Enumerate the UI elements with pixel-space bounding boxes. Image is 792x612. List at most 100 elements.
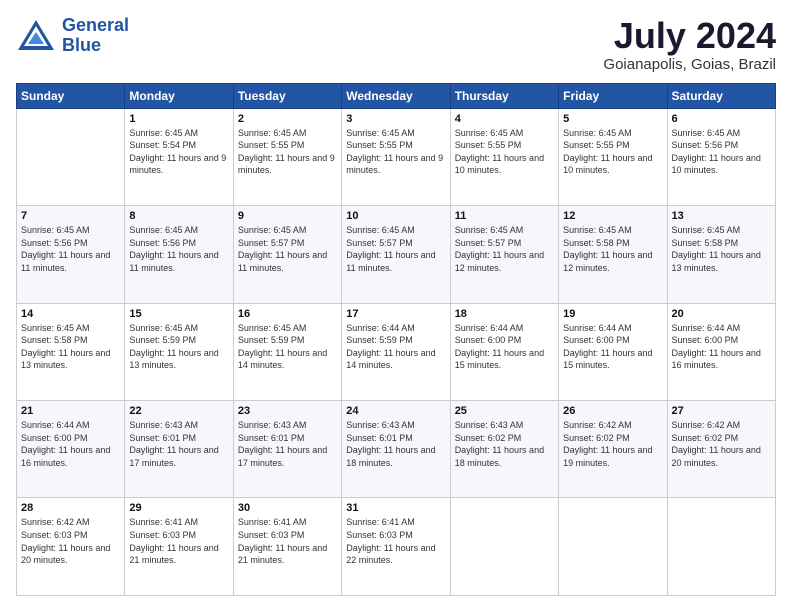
day-info: Sunrise: 6:45 AMSunset: 5:55 PMDaylight:…: [238, 127, 337, 177]
table-row: 13 Sunrise: 6:45 AMSunset: 5:58 PMDayligh…: [667, 206, 775, 303]
day-info: Sunrise: 6:44 AMSunset: 5:59 PMDaylight:…: [346, 322, 445, 372]
day-number: 10: [346, 210, 445, 222]
table-row: 28 Sunrise: 6:42 AMSunset: 6:03 PMDayligh…: [17, 498, 125, 596]
table-row: 31Sunrise: 6:41 AMSunset: 6:03 PMDayligh…: [342, 498, 450, 596]
calendar-week-2: 7Sunrise: 6:45 AMSunset: 5:56 PMDaylight…: [17, 206, 776, 303]
day-info: Sunrise: 6:45 AMSunset: 5:55 PMDaylight:…: [346, 127, 445, 177]
table-row: 6 Sunrise: 6:45 AMSunset: 5:56 PMDaylight…: [667, 108, 775, 205]
day-info: Sunrise: 6:45 AMSunset: 5:56 PMDaylight:…: [672, 127, 771, 177]
table-row: 15 Sunrise: 6:45 AMSunset: 5:59 PMDayligh…: [125, 303, 233, 400]
day-number: 13: [672, 210, 771, 222]
table-row: 30 Sunrise: 6:41 AMSunset: 6:03 PMDayligh…: [233, 498, 341, 596]
day-info: Sunrise: 6:45 AMSunset: 5:59 PMDaylight:…: [238, 322, 337, 372]
calendar-table: Sunday Monday Tuesday Wednesday Thursday…: [16, 83, 776, 596]
day-info: Sunrise: 6:45 AMSunset: 5:57 PMDaylight:…: [346, 224, 445, 274]
table-row: 14 Sunrise: 6:45 AMSunset: 5:58 PMDayligh…: [17, 303, 125, 400]
day-number: 8: [129, 210, 228, 222]
table-row: [17, 108, 125, 205]
location-subtitle: Goianapolis, Goias, Brazil: [603, 56, 776, 73]
day-info: Sunrise: 6:45 AMSunset: 5:59 PMDaylight:…: [129, 322, 228, 372]
logo-line1: General: [62, 15, 129, 35]
table-row: 29Sunrise: 6:41 AMSunset: 6:03 PMDayligh…: [125, 498, 233, 596]
col-sunday: Sunday: [17, 83, 125, 108]
calendar-week-5: 28 Sunrise: 6:42 AMSunset: 6:03 PMDayligh…: [17, 498, 776, 596]
table-row: 8 Sunrise: 6:45 AMSunset: 5:56 PMDaylight…: [125, 206, 233, 303]
day-number: 14: [21, 308, 120, 320]
table-row: 11 Sunrise: 6:45 AMSunset: 5:57 PMDayligh…: [450, 206, 558, 303]
day-info: Sunrise: 6:45 AMSunset: 5:58 PMDaylight:…: [563, 224, 662, 274]
day-number: 12: [563, 210, 662, 222]
table-row: 3 Sunrise: 6:45 AMSunset: 5:55 PMDaylight…: [342, 108, 450, 205]
table-row: [450, 498, 558, 596]
day-number: 2: [238, 113, 337, 125]
day-number: 15: [129, 308, 228, 320]
calendar-header-row: Sunday Monday Tuesday Wednesday Thursday…: [17, 83, 776, 108]
day-info: Sunrise: 6:41 AMSunset: 6:03 PMDaylight:…: [238, 516, 337, 566]
day-info: Sunrise: 6:42 AMSunset: 6:02 PMDaylight:…: [672, 419, 771, 469]
day-number: 20: [672, 308, 771, 320]
table-row: 10 Sunrise: 6:45 AMSunset: 5:57 PMDayligh…: [342, 206, 450, 303]
day-number: 19: [563, 308, 662, 320]
day-number: 11: [455, 210, 554, 222]
table-row: 4Sunrise: 6:45 AMSunset: 5:55 PMDaylight…: [450, 108, 558, 205]
day-info: Sunrise: 6:45 AMSunset: 5:58 PMDaylight:…: [672, 224, 771, 274]
day-info: Sunrise: 6:41 AMSunset: 6:03 PMDaylight:…: [346, 516, 445, 566]
table-row: 26Sunrise: 6:42 AMSunset: 6:02 PMDayligh…: [559, 401, 667, 498]
table-row: [667, 498, 775, 596]
day-number: 30: [238, 502, 337, 514]
table-row: [559, 498, 667, 596]
day-info: Sunrise: 6:42 AMSunset: 6:03 PMDaylight:…: [21, 516, 120, 566]
col-wednesday: Wednesday: [342, 83, 450, 108]
day-number: 18: [455, 308, 554, 320]
table-row: 1Sunrise: 6:45 AMSunset: 5:54 PMDaylight…: [125, 108, 233, 205]
day-info: Sunrise: 6:45 AMSunset: 5:55 PMDaylight:…: [563, 127, 662, 177]
day-info: Sunrise: 6:45 AMSunset: 5:57 PMDaylight:…: [455, 224, 554, 274]
table-row: 16Sunrise: 6:45 AMSunset: 5:59 PMDayligh…: [233, 303, 341, 400]
day-info: Sunrise: 6:44 AMSunset: 6:00 PMDaylight:…: [21, 419, 120, 469]
table-row: 25Sunrise: 6:43 AMSunset: 6:02 PMDayligh…: [450, 401, 558, 498]
logo-text: General Blue: [62, 16, 129, 56]
logo-line2: Blue: [62, 35, 101, 55]
day-info: Sunrise: 6:43 AMSunset: 6:01 PMDaylight:…: [129, 419, 228, 469]
col-friday: Friday: [559, 83, 667, 108]
table-row: 18 Sunrise: 6:44 AMSunset: 6:00 PMDayligh…: [450, 303, 558, 400]
table-row: 9Sunrise: 6:45 AMSunset: 5:57 PMDaylight…: [233, 206, 341, 303]
day-info: Sunrise: 6:45 AMSunset: 5:56 PMDaylight:…: [129, 224, 228, 274]
calendar-week-4: 21 Sunrise: 6:44 AMSunset: 6:00 PMDayligh…: [17, 401, 776, 498]
table-row: 24 Sunrise: 6:43 AMSunset: 6:01 PMDayligh…: [342, 401, 450, 498]
table-row: 2 Sunrise: 6:45 AMSunset: 5:55 PMDaylight…: [233, 108, 341, 205]
day-number: 21: [21, 405, 120, 417]
page: General Blue July 2024 Goianapolis, Goia…: [0, 0, 792, 612]
day-number: 26: [563, 405, 662, 417]
title-block: July 2024 Goianapolis, Goias, Brazil: [603, 16, 776, 73]
day-info: Sunrise: 6:44 AMSunset: 6:00 PMDaylight:…: [672, 322, 771, 372]
day-info: Sunrise: 6:45 AMSunset: 5:54 PMDaylight:…: [129, 127, 228, 177]
day-info: Sunrise: 6:43 AMSunset: 6:01 PMDaylight:…: [346, 419, 445, 469]
calendar-week-3: 14 Sunrise: 6:45 AMSunset: 5:58 PMDayligh…: [17, 303, 776, 400]
day-number: 3: [346, 113, 445, 125]
calendar-week-1: 1Sunrise: 6:45 AMSunset: 5:54 PMDaylight…: [17, 108, 776, 205]
day-info: Sunrise: 6:44 AMSunset: 6:00 PMDaylight:…: [563, 322, 662, 372]
table-row: 7Sunrise: 6:45 AMSunset: 5:56 PMDaylight…: [17, 206, 125, 303]
day-number: 5: [563, 113, 662, 125]
table-row: 17Sunrise: 6:44 AMSunset: 5:59 PMDayligh…: [342, 303, 450, 400]
day-number: 28: [21, 502, 120, 514]
table-row: 19 Sunrise: 6:44 AMSunset: 6:00 PMDayligh…: [559, 303, 667, 400]
table-row: 12 Sunrise: 6:45 AMSunset: 5:58 PMDayligh…: [559, 206, 667, 303]
day-number: 29: [129, 502, 228, 514]
header: General Blue July 2024 Goianapolis, Goia…: [16, 16, 776, 73]
col-tuesday: Tuesday: [233, 83, 341, 108]
day-number: 4: [455, 113, 554, 125]
day-number: 24: [346, 405, 445, 417]
table-row: 5 Sunrise: 6:45 AMSunset: 5:55 PMDaylight…: [559, 108, 667, 205]
day-number: 25: [455, 405, 554, 417]
table-row: 20 Sunrise: 6:44 AMSunset: 6:00 PMDayligh…: [667, 303, 775, 400]
day-info: Sunrise: 6:45 AMSunset: 5:58 PMDaylight:…: [21, 322, 120, 372]
table-row: 22Sunrise: 6:43 AMSunset: 6:01 PMDayligh…: [125, 401, 233, 498]
logo-icon: [16, 18, 56, 54]
day-number: 6: [672, 113, 771, 125]
table-row: 23Sunrise: 6:43 AMSunset: 6:01 PMDayligh…: [233, 401, 341, 498]
day-info: Sunrise: 6:44 AMSunset: 6:00 PMDaylight:…: [455, 322, 554, 372]
day-number: 27: [672, 405, 771, 417]
col-thursday: Thursday: [450, 83, 558, 108]
